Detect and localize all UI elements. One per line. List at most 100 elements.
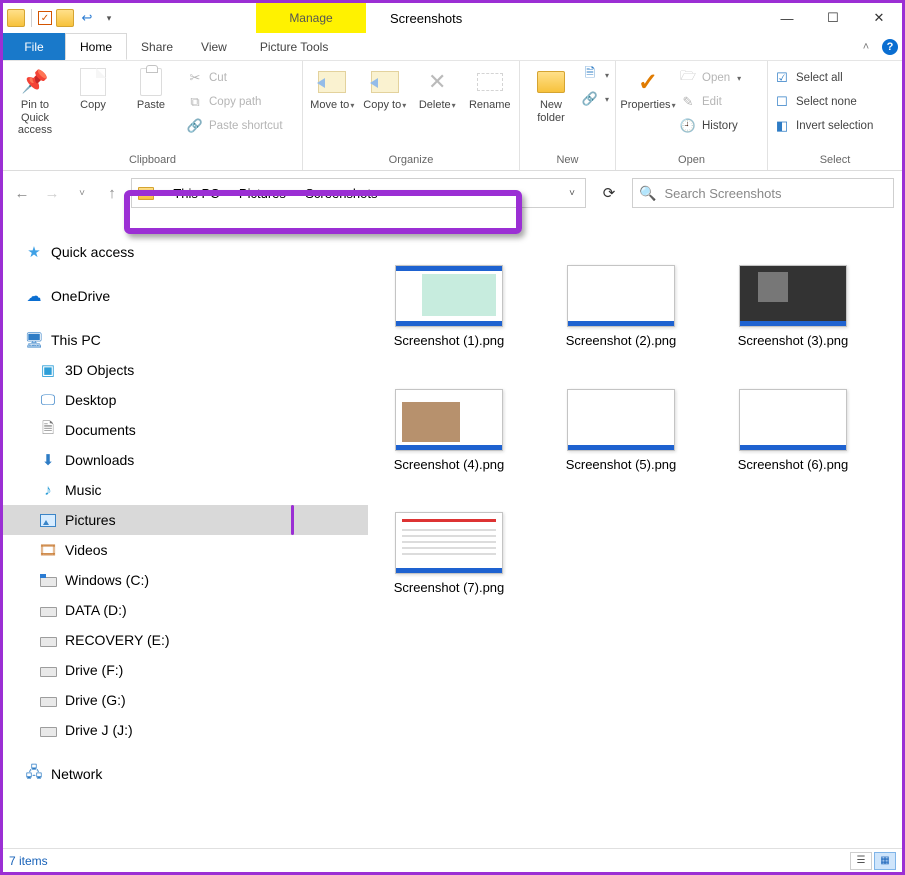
tree-pictures[interactable]: Pictures bbox=[3, 505, 368, 535]
chevron-right-icon[interactable]: › bbox=[160, 188, 167, 199]
undo-icon[interactable]: ↩ bbox=[78, 9, 96, 27]
drive-icon bbox=[39, 601, 57, 619]
separator bbox=[31, 9, 32, 27]
forward-button[interactable]: → bbox=[41, 182, 63, 204]
properties-button[interactable]: Properties▾ bbox=[622, 65, 674, 112]
history-button[interactable]: 🕘History bbox=[680, 116, 741, 136]
tree-drive-d[interactable]: DATA (D:) bbox=[3, 595, 368, 625]
pin-to-quick-access-button[interactable]: 📌 Pin to Quick access bbox=[9, 65, 61, 137]
invert-selection-button[interactable]: ◧Invert selection bbox=[774, 116, 873, 136]
copy-button[interactable]: Copy bbox=[67, 65, 119, 112]
properties-icon bbox=[633, 67, 663, 97]
rename-button[interactable]: Rename bbox=[467, 65, 514, 112]
tree-label: Music bbox=[65, 482, 102, 498]
tree-drive-g[interactable]: Drive (G:) bbox=[3, 685, 368, 715]
history-icon: 🕘 bbox=[680, 118, 696, 134]
tree-label: OneDrive bbox=[51, 288, 110, 304]
view-tab[interactable]: View bbox=[187, 33, 241, 60]
search-box[interactable]: 🔍 Search Screenshots bbox=[632, 178, 894, 208]
drive-icon bbox=[39, 661, 57, 679]
breadcrumb-this-pc[interactable]: This PC bbox=[167, 179, 225, 207]
tree-this-pc[interactable]: 🖥This PC bbox=[3, 325, 368, 355]
tree-label: Quick access bbox=[51, 244, 134, 260]
paste-shortcut-button[interactable]: 🔗Paste shortcut bbox=[187, 116, 283, 136]
close-button[interactable]: ✕ bbox=[856, 3, 902, 33]
chevron-right-icon[interactable]: › bbox=[226, 188, 233, 199]
cut-button[interactable]: ✂Cut bbox=[187, 68, 283, 88]
tree-music[interactable]: ♪Music bbox=[3, 475, 368, 505]
tree-network[interactable]: 🖧Network bbox=[3, 759, 368, 789]
file-item[interactable]: Screenshot (4).png bbox=[388, 389, 510, 473]
copy-path-button[interactable]: ⧉Copy path bbox=[187, 92, 283, 112]
customize-qat-icon[interactable]: ▾ bbox=[100, 9, 118, 27]
copy-to-button[interactable]: Copy to▾ bbox=[362, 65, 409, 112]
tree-desktop[interactable]: 🖵Desktop bbox=[3, 385, 368, 415]
search-icon: 🔍 bbox=[639, 185, 656, 202]
file-tab[interactable]: File bbox=[3, 33, 65, 60]
file-item[interactable]: Screenshot (2).png bbox=[560, 265, 682, 349]
minimize-button[interactable]: — bbox=[764, 3, 810, 33]
view-details-button[interactable]: ☰ bbox=[850, 852, 872, 870]
edit-button[interactable]: ✎Edit bbox=[680, 92, 741, 112]
select-none-button[interactable]: ☐Select none bbox=[774, 92, 873, 112]
tree-drive-f[interactable]: Drive (F:) bbox=[3, 655, 368, 685]
help-button[interactable]: ? bbox=[878, 33, 902, 60]
drive-icon bbox=[39, 631, 57, 649]
pictures-icon bbox=[39, 511, 57, 529]
share-tab[interactable]: Share bbox=[127, 33, 187, 60]
view-thumbnails-button[interactable]: ▦ bbox=[874, 852, 896, 870]
file-item[interactable]: Screenshot (6).png bbox=[732, 389, 854, 473]
rename-icon bbox=[475, 67, 505, 97]
tree-label: DATA (D:) bbox=[65, 602, 127, 618]
tree-videos[interactable]: 🎞Videos bbox=[3, 535, 368, 565]
open-button[interactable]: 🗁Open▾ bbox=[680, 68, 741, 88]
file-item[interactable]: Screenshot (1).png bbox=[388, 265, 510, 349]
move-to-button[interactable]: Move to▾ bbox=[309, 65, 356, 112]
delete-button[interactable]: Delete▾ bbox=[414, 65, 461, 112]
back-button[interactable]: ← bbox=[11, 182, 33, 204]
picture-tools-tab[interactable]: Picture Tools bbox=[246, 33, 342, 60]
tree-3d-objects[interactable]: ▣3D Objects bbox=[3, 355, 368, 385]
select-all-button[interactable]: ☑Select all bbox=[774, 68, 873, 88]
breadcrumb-screenshots[interactable]: Screenshots bbox=[299, 179, 383, 207]
file-list[interactable]: Screenshot (1).png Screenshot (2).png Sc… bbox=[368, 215, 902, 851]
easy-access-button[interactable]: 🔗▾ bbox=[582, 89, 609, 109]
paste-button[interactable]: Paste bbox=[125, 65, 177, 112]
file-item[interactable]: Screenshot (7).png bbox=[388, 512, 510, 596]
navigation-pane[interactable]: ★Quick access ☁OneDrive 🖥This PC ▣3D Obj… bbox=[3, 215, 368, 851]
folder-icon bbox=[138, 187, 154, 200]
ribbon-label: Open bbox=[702, 72, 730, 84]
tree-drive-e[interactable]: RECOVERY (E:) bbox=[3, 625, 368, 655]
chevron-right-icon[interactable]: › bbox=[292, 188, 299, 199]
maximize-button[interactable]: ☐ bbox=[810, 3, 856, 33]
new-folder-button[interactable]: New folder bbox=[526, 65, 576, 124]
thumbnail-icon bbox=[395, 389, 503, 451]
recent-locations-button[interactable]: ˅ bbox=[71, 182, 93, 204]
ribbon-group-label: Organize bbox=[309, 154, 513, 170]
breadcrumb-pictures[interactable]: Pictures bbox=[233, 179, 292, 207]
new-item-button[interactable]: 🗎▾ bbox=[582, 65, 609, 85]
tree-label: Drive J (J:) bbox=[65, 722, 133, 738]
thumbnail-icon bbox=[739, 265, 847, 327]
address-bar[interactable]: › This PC › Pictures › Screenshots ˅ bbox=[131, 178, 586, 208]
tree-drive-j[interactable]: Drive J (J:) bbox=[3, 715, 368, 745]
address-dropdown[interactable]: ˅ bbox=[559, 179, 585, 207]
tree-downloads[interactable]: ⬇Downloads bbox=[3, 445, 368, 475]
tree-drive-c[interactable]: Windows (C:) bbox=[3, 565, 368, 595]
checkbox-icon[interactable]: ✓ bbox=[38, 11, 52, 25]
ribbon-label: Select none bbox=[796, 96, 857, 108]
tree-label: RECOVERY (E:) bbox=[65, 632, 170, 648]
up-button[interactable]: ↑ bbox=[101, 182, 123, 204]
file-item[interactable]: Screenshot (3).png bbox=[732, 265, 854, 349]
tree-documents[interactable]: 🗎Documents bbox=[3, 415, 368, 445]
home-tab[interactable]: Home bbox=[65, 33, 127, 60]
tree-onedrive[interactable]: ☁OneDrive bbox=[3, 281, 368, 311]
folder-icon bbox=[7, 9, 25, 27]
ribbon-label: Paste shortcut bbox=[209, 120, 283, 132]
tree-quick-access[interactable]: ★Quick access bbox=[3, 237, 368, 267]
move-to-icon bbox=[317, 67, 347, 97]
collapse-ribbon-button[interactable]: ˄ bbox=[854, 33, 878, 60]
refresh-button[interactable]: ⟳ bbox=[594, 178, 624, 208]
file-item[interactable]: Screenshot (5).png bbox=[560, 389, 682, 473]
ribbon-group-label: Select bbox=[774, 154, 896, 170]
